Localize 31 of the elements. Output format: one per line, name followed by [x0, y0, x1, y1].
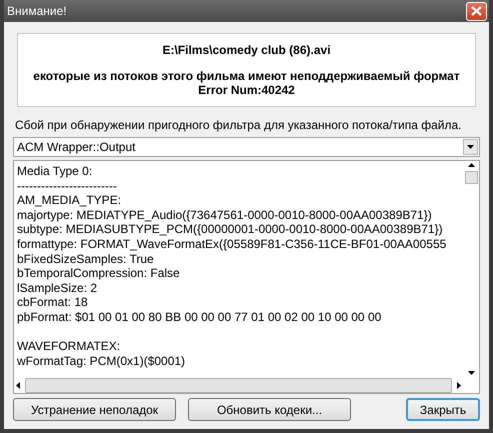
details-line: ------------------------- — [17, 178, 118, 194]
details-line: formattype: FORMAT_WaveFormatEx({05589F81-C356-11CE-BF01-00AA00555 — [17, 236, 448, 252]
details-line: cbFormat: 18 — [17, 295, 89, 310]
details-line: pbFormat: $01 00 01 00 80 BB 00 00 00 77 01 00 02 00 10 00 00 00 — [17, 310, 382, 325]
window-title: Внимание! — [7, 4, 67, 18]
dialog-button[interactable]: Обновить кодеки... — [188, 398, 351, 421]
right-arrow-icon — [457, 382, 461, 388]
details-line: majortype: MEDIATYPE_Audio({73647561-0000-0010-8000-00AA00389B71}) — [17, 208, 433, 222]
details-line: bTemporalCompression: False — [17, 266, 181, 281]
filter-dropdown[interactable]: ACM Wrapper::Output — [13, 137, 480, 157]
close-button[interactable] — [466, 2, 487, 20]
scroll-thumb[interactable] — [464, 171, 478, 184]
dialog-button[interactable]: Устранение неполадок — [13, 398, 176, 421]
dialog-button[interactable]: Закрыть — [406, 398, 480, 421]
error-number: Error Num:40242 — [198, 83, 295, 97]
close-icon — [471, 6, 482, 16]
file-path: E:\Films\comedy club (86).avi — [162, 43, 331, 57]
details-line: lSampleSize: 2 — [17, 280, 98, 296]
left-arrow-icon — [16, 382, 20, 388]
details-line: wFormatTag: PCM(0x1)($0001) — [17, 354, 186, 368]
caret-icon — [467, 145, 474, 149]
up-arrow-icon — [468, 163, 474, 167]
error-message: екоторые из потоков этого фильма имеют неподдерживаемый формат — [33, 69, 460, 83]
details-line: subtype: MEDIASUBTYPE_PCM({00000001-0000-0010-8000-00AA00389B71}) — [17, 222, 444, 237]
details-line: Media Type 0: — [17, 164, 94, 179]
down-arrow-icon — [468, 371, 474, 375]
failure-description: Сбой при обнаружении пригодного фильтра для указанного потока/типа файла. — [15, 118, 462, 132]
details-line: AM_MEDIA_TYPE: — [17, 193, 122, 208]
vertical-scrollbar[interactable] — [463, 161, 479, 377]
details-line: WAVEFORMATEX: — [17, 339, 122, 354]
details-line: bFixedSizeSamples: True — [17, 252, 155, 266]
